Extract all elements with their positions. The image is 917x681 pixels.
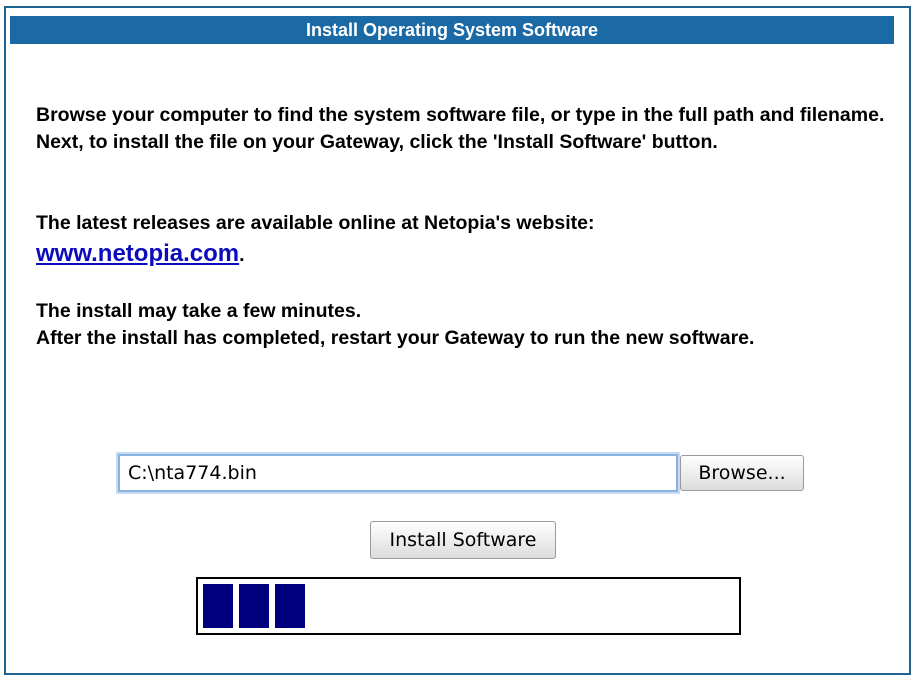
releases-text: The latest releases are available online… xyxy=(36,212,595,234)
link-suffix: . xyxy=(239,244,245,266)
instructions-block: Browse your computer to find the system … xyxy=(36,102,896,156)
progress-block xyxy=(275,584,305,628)
browse-button[interactable]: Browse... xyxy=(680,455,804,491)
progress-fill xyxy=(203,584,305,628)
notes-block: The install may take a few minutes. Afte… xyxy=(36,298,906,352)
install-progress-bar xyxy=(196,577,741,635)
progress-block xyxy=(239,584,269,628)
releases-block: The latest releases are available online… xyxy=(36,210,896,271)
software-file-path-input[interactable] xyxy=(118,454,678,492)
note-duration: The install may take a few minutes. xyxy=(36,300,362,322)
netopia-website-link[interactable]: www.netopia.com xyxy=(36,240,239,267)
page-title: Install Operating System Software xyxy=(10,16,894,44)
progress-block xyxy=(203,584,233,628)
install-software-button[interactable]: Install Software xyxy=(370,521,556,559)
note-restart: After the install has completed, restart… xyxy=(36,327,755,349)
instruction-line-install: Next, to install the file on your Gatewa… xyxy=(36,131,718,153)
instruction-line-browse: Browse your computer to find the system … xyxy=(36,104,885,126)
releases-link-line: www.netopia.com. xyxy=(36,237,896,271)
